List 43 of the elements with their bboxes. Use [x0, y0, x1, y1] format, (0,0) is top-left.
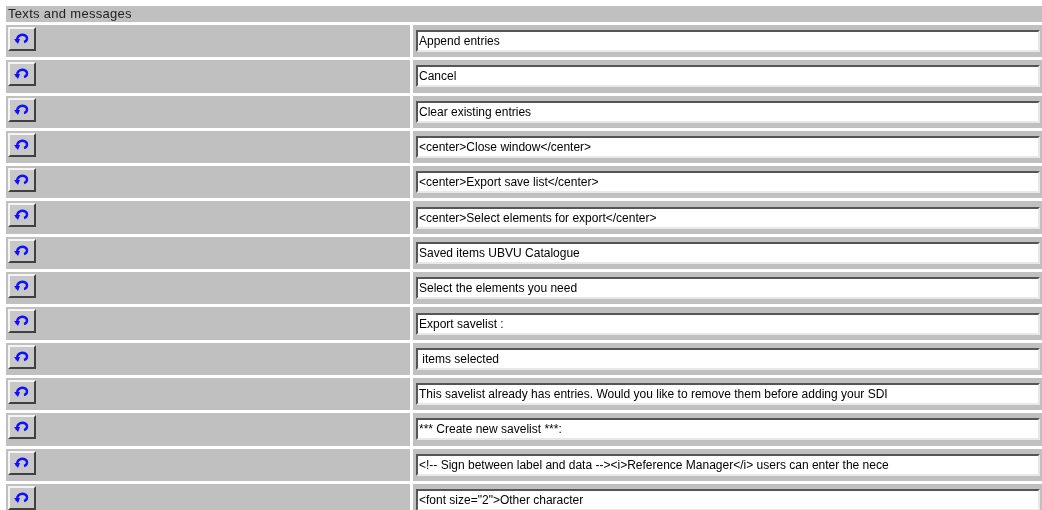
- undo-icon: [14, 385, 30, 398]
- text-field[interactable]: This savelist already has entries. Would you like to remove them before adding your SDI: [416, 383, 1040, 406]
- text-field[interactable]: Append entries: [416, 30, 1040, 53]
- text-field[interactable]: Cancel: [416, 65, 1040, 88]
- text-field[interactable]: <font size="2">Other character: [416, 489, 1040, 510]
- undo-button[interactable]: [8, 485, 36, 510]
- text-field[interactable]: <center>Select elements for export</center>: [416, 206, 1040, 229]
- undo-button[interactable]: [8, 27, 36, 51]
- undo-icon: [14, 174, 30, 187]
- undo-icon: [14, 244, 30, 257]
- undo-icon: [14, 315, 30, 328]
- text-field[interactable]: <center>Export save list</center>: [416, 171, 1040, 194]
- undo-button[interactable]: [8, 168, 36, 193]
- undo-icon: [14, 209, 30, 222]
- undo-button[interactable]: [8, 379, 36, 404]
- undo-icon: [14, 138, 30, 151]
- undo-button[interactable]: [8, 344, 36, 369]
- undo-button[interactable]: [8, 62, 36, 87]
- text-field[interactable]: Select the elements you need: [416, 277, 1040, 300]
- undo-button[interactable]: [8, 450, 36, 475]
- undo-button[interactable]: [8, 203, 36, 228]
- text-field[interactable]: Saved items UBVU Catalogue: [416, 241, 1040, 264]
- undo-button[interactable]: [8, 132, 36, 157]
- undo-button[interactable]: [8, 274, 36, 299]
- undo-icon: [14, 280, 30, 293]
- undo-icon: [14, 350, 30, 363]
- undo-button[interactable]: [8, 238, 36, 263]
- text-field[interactable]: items selected: [416, 347, 1040, 370]
- undo-icon: [14, 103, 30, 116]
- section-title: Texts and messages: [6, 6, 1042, 22]
- text-field[interactable]: <center>Close window</center>: [416, 136, 1040, 159]
- text-field[interactable]: Export savelist :: [416, 312, 1040, 335]
- undo-icon: [14, 421, 30, 434]
- text-field[interactable]: <!-- Sign between label and data --><i>Reference Manager</i> users can enter the nece: [416, 453, 1040, 476]
- undo-button[interactable]: [8, 415, 36, 440]
- undo-icon: [14, 456, 30, 469]
- undo-button[interactable]: [8, 309, 36, 334]
- undo-icon: [14, 68, 30, 81]
- undo-icon: [14, 491, 30, 504]
- undo-button[interactable]: [8, 97, 36, 122]
- text-field[interactable]: *** Create new savelist ***:: [416, 418, 1040, 441]
- undo-icon: [14, 33, 30, 45]
- text-field[interactable]: Clear existing entries: [416, 100, 1040, 123]
